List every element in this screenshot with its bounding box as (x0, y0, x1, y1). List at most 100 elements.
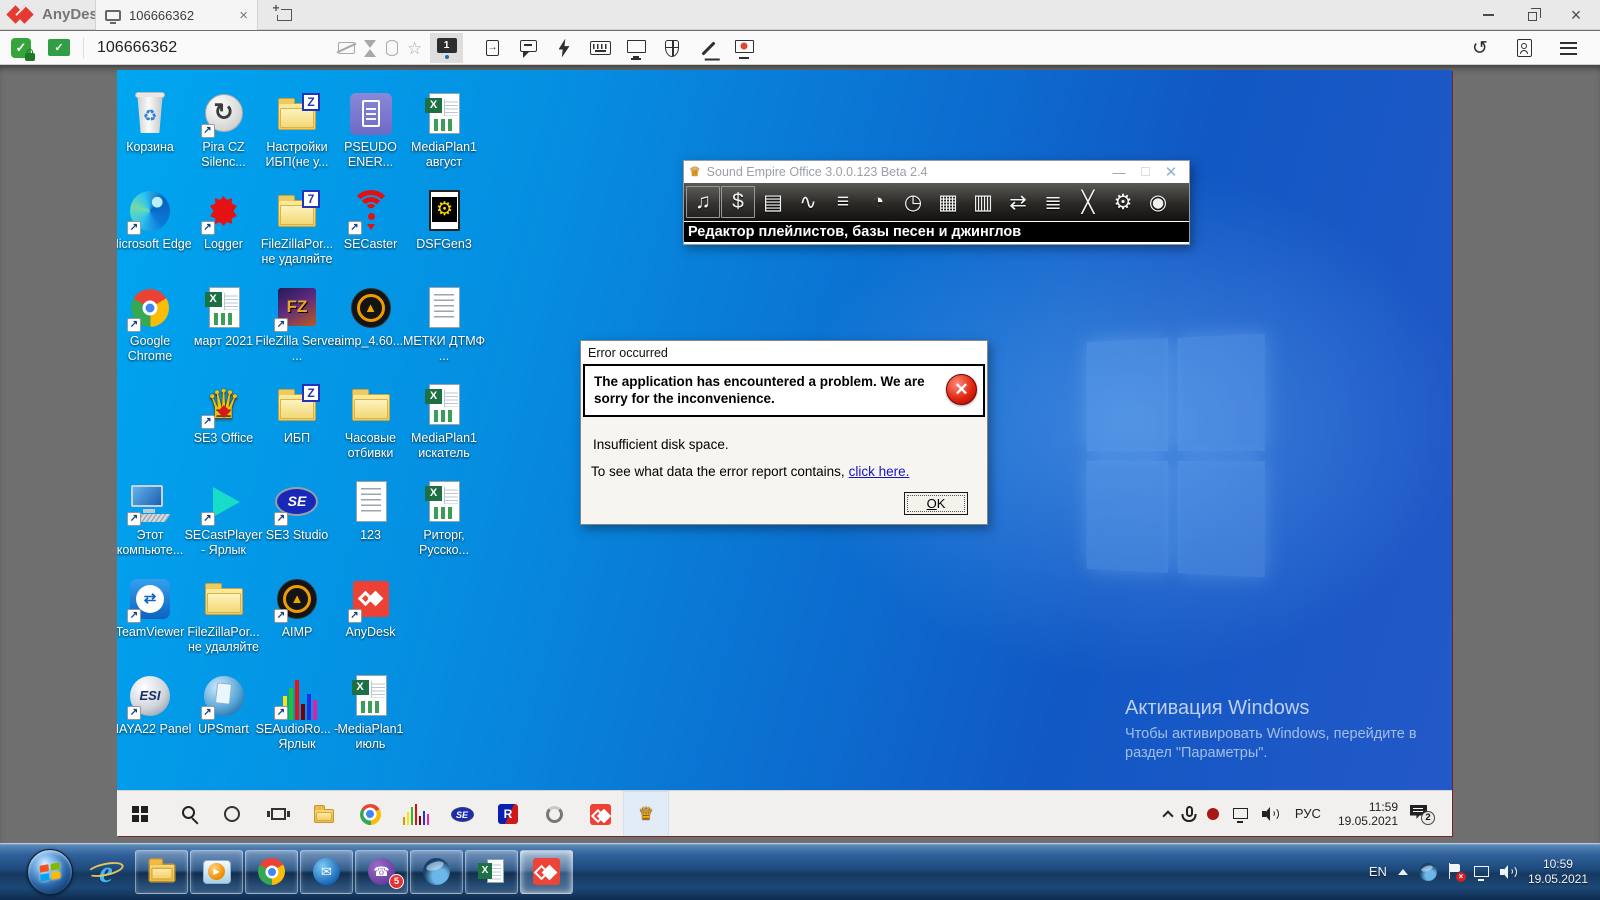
record-session-button[interactable] (726, 31, 762, 65)
desktop-icon-aimp[interactable]: ▲↗AIMP (255, 575, 339, 640)
sound-empire-titlebar[interactable]: ♛ Sound Empire Office 3.0.0.123 Beta 2.4… (684, 161, 1189, 183)
recording-indicator-icon[interactable] (1200, 791, 1226, 836)
desktop-icon-logger[interactable]: ↗Logger (182, 187, 266, 252)
desktop-icon-ibp-folder[interactable]: ZИБП (255, 381, 339, 446)
broadcast-dish-button[interactable]: ◔ (861, 186, 895, 218)
audio-router-button[interactable] (393, 791, 439, 836)
address-chip[interactable]: ✓ 106666362 (48, 35, 177, 61)
desktop-icon-ups-settings-folder[interactable]: ZНастройки ИБП(не у... (255, 90, 339, 170)
desktop-icon-mediaplan1-iskatel[interactable]: XMediaPlan1 искатель (402, 381, 486, 461)
permissions-button[interactable] (654, 31, 690, 65)
viber-button[interactable]: ☎5 (355, 850, 408, 894)
se-maximize-button[interactable] (1132, 163, 1158, 181)
menu-button[interactable] (1546, 31, 1590, 65)
tray-expand-icon[interactable] (1398, 869, 1408, 875)
desktop-icon-dsfgen3[interactable]: ⚙DSFGen3 (402, 187, 486, 252)
desktop-icon-mediaplan1-july[interactable]: XMediaPlan1 июль (329, 672, 413, 752)
desktop-icon-se3-office[interactable]: ♛↗SE3 Office (182, 381, 266, 446)
desktop-icon-filezilla-portable-folder-2[interactable]: FileZillaPor... не удаляйте (182, 575, 266, 655)
actions-button[interactable] (546, 31, 582, 65)
desktop-icon-aimp-setup[interactable]: ▲aimp_4.60.... (329, 284, 413, 349)
desktop-icon-upsmart[interactable]: ↗UPSmart (182, 672, 266, 737)
excel-button[interactable]: X (465, 850, 518, 894)
ok-button[interactable]: OK (904, 492, 968, 515)
scheduler-clock-button[interactable]: ◷ (896, 186, 930, 218)
desktop-icon-se3-studio[interactable]: SE↗SE3 Studio (255, 478, 339, 543)
window-close-button[interactable]: × (1554, 0, 1598, 30)
pira-app-button[interactable] (531, 791, 577, 836)
volume-icon[interactable] (1255, 791, 1286, 836)
chat-button[interactable] (510, 31, 546, 65)
monitor-select-button[interactable]: 1 (430, 33, 463, 63)
waveform-button[interactable]: ∿ (791, 186, 825, 218)
music-editor-button[interactable]: ♫ (686, 186, 720, 218)
desktop-icon-filezilla-portable-folder[interactable]: 7FileZillaPor... не удаляйте (255, 187, 339, 267)
tab-close-icon[interactable]: × (239, 8, 248, 23)
action-center-flag-icon[interactable]: × (1448, 863, 1463, 880)
window-restore-button[interactable] (1510, 0, 1554, 30)
tools-button[interactable]: ╳ (1071, 186, 1105, 218)
host-language-indicator[interactable]: EN (1369, 864, 1387, 879)
file-explorer-button[interactable] (301, 791, 347, 836)
display-settings-button[interactable] (618, 31, 654, 65)
thunderbird-button[interactable]: ✉ (300, 850, 353, 894)
error-dialog[interactable]: Error occurred The application has encou… (580, 340, 988, 525)
search-button[interactable] (163, 791, 209, 836)
playlist-button[interactable]: ≡ (826, 186, 860, 218)
chrome-button[interactable] (347, 791, 393, 836)
desktop-icon-mediaplan1-august[interactable]: XMediaPlan1 август (402, 90, 486, 170)
exchange-button[interactable]: ⇄ (1001, 186, 1035, 218)
desktop-icon-doc-123[interactable]: 123 (329, 478, 413, 543)
lens-app-button[interactable] (410, 850, 463, 894)
anydesk-button[interactable] (520, 850, 573, 894)
grid-planner-button[interactable]: ▦ (931, 186, 965, 218)
lens-tray-icon[interactable] (1419, 863, 1437, 881)
error-report-link[interactable]: click here. (849, 464, 910, 479)
desktop-icon-filezilla-server[interactable]: FZ↗FileZilla Server ... (255, 284, 339, 364)
microphone-icon[interactable] (1179, 791, 1200, 836)
whiteboard-button[interactable] (690, 31, 726, 65)
language-indicator[interactable]: РУС (1286, 806, 1330, 821)
action-center-button[interactable]: 2 (1410, 805, 1430, 822)
sound-empire-window[interactable]: ♛ Sound Empire Office 3.0.0.123 Beta 2.4… (683, 160, 1190, 245)
network-icon[interactable] (1474, 866, 1489, 877)
session-tab[interactable]: 106666362 × (95, 0, 258, 30)
desktop-icon-secaster[interactable]: ↗SECaster (329, 187, 413, 252)
file-transfer-button[interactable] (474, 31, 510, 65)
desktop-icon-pseudo-energy[interactable]: PSEUDO ENER... (329, 90, 413, 170)
internet-explorer-button[interactable]: e (82, 843, 130, 900)
new-session-button[interactable] (266, 0, 302, 30)
task-view-button[interactable] (255, 791, 301, 836)
cortana-button[interactable] (209, 791, 255, 836)
windows-explorer-button[interactable] (135, 850, 188, 894)
phonebook-button[interactable]: ▥ (966, 186, 1000, 218)
desktop-icon-metki-dtmf[interactable]: МЕТКИ ДТМФ ... (402, 284, 486, 364)
se-close-button[interactable]: ✕ (1158, 163, 1184, 181)
start-orb[interactable] (22, 843, 78, 900)
clock[interactable]: 11:59 19.05.2021 (1330, 800, 1406, 828)
window-minimize-button[interactable] (1466, 0, 1510, 30)
desktop-icon-secastplayer[interactable]: ↗SECastPlayer - Ярлык (182, 478, 266, 558)
billing-button[interactable]: $ (721, 186, 755, 218)
sound-empire-button[interactable]: ♛ (623, 791, 669, 836)
database-button[interactable]: ≣ (1036, 186, 1070, 218)
settings-gear-button[interactable]: ⚙ (1106, 186, 1140, 218)
desktop-icon-seaudioroute[interactable]: ↗SEAudioRo... - Ярлык (255, 672, 339, 752)
desktop-icon-chasovye-otbivki[interactable]: Часовые отбивки (329, 381, 413, 461)
desktop-icon-ritorg-russko[interactable]: XРиторг, Русско... (402, 478, 486, 558)
r-app-button[interactable]: R (485, 791, 531, 836)
start-button[interactable] (117, 791, 163, 836)
desktop-icon-mart-2021[interactable]: Xмарт 2021 (182, 284, 266, 349)
anydesk-button[interactable] (577, 791, 623, 836)
viewer-eye-button[interactable]: ◉ (1141, 186, 1175, 218)
chrome-button[interactable] (245, 850, 298, 894)
se3-studio-button[interactable]: SE (439, 791, 485, 836)
document-button[interactable]: ▤ (756, 186, 790, 218)
desktop-icon-anydesk[interactable]: ↗AnyDesk (329, 575, 413, 640)
media-player-button[interactable]: ▶ (190, 850, 243, 894)
host-clock[interactable]: 10:59 19.05.2021 (1528, 857, 1588, 887)
network-icon[interactable] (1226, 791, 1255, 836)
address-book-button[interactable] (1502, 31, 1546, 65)
volume-icon[interactable] (1500, 865, 1517, 879)
keyboard-button[interactable] (582, 31, 618, 65)
